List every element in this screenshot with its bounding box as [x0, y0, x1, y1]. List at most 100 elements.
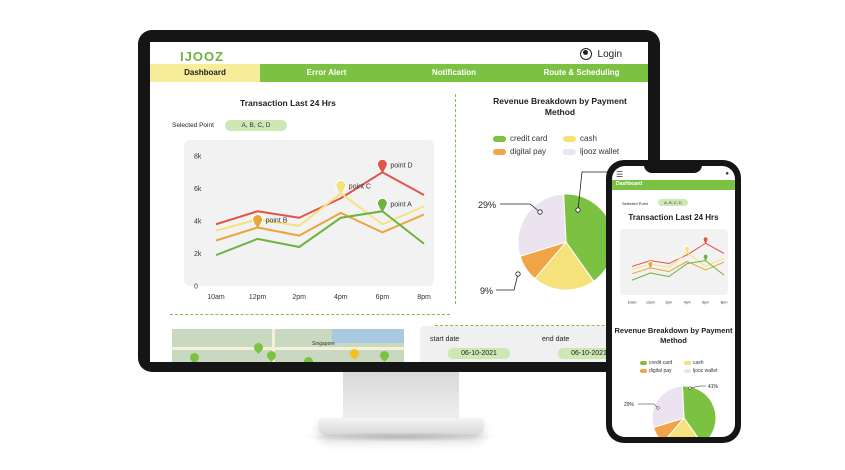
- mobile-revenue-pie-chart: 41% 29%: [624, 384, 719, 437]
- monitor-stand: [343, 372, 459, 424]
- pie-leader-line: [496, 273, 519, 291]
- start-date-field[interactable]: 06-10-2021: [448, 348, 510, 359]
- legend-label: cash: [580, 134, 597, 143]
- x-tick-label: 4pm: [684, 301, 691, 305]
- legend-ljooz-wallet: ljooz wallet: [563, 147, 619, 156]
- tab-route-scheduling[interactable]: Route & Scheduling: [515, 64, 648, 82]
- y-tick-label: 4k: [194, 218, 202, 225]
- mobile-transaction-line-chart: 02k4k6k8k10am12pm2pm4pm6pm8pm: [628, 236, 728, 305]
- mobile-legend-digital-pay: digital pay: [640, 368, 672, 374]
- legend-label: ljooz wallet: [693, 368, 718, 374]
- series-line: [215, 171, 425, 226]
- point-marker-icon: [337, 188, 345, 195]
- login-label: Login: [597, 48, 622, 60]
- map-pin-icon[interactable]: [302, 355, 315, 362]
- legend-swatch: [563, 148, 576, 155]
- map-pin-icon[interactable]: [252, 341, 265, 354]
- series-line: [215, 211, 425, 242]
- pie-percent-label: 29%: [478, 200, 496, 210]
- mobile-legend-cash: cash: [684, 360, 704, 366]
- user-icon[interactable]: ●: [725, 171, 729, 177]
- pie-percent-label: 9%: [480, 286, 493, 296]
- menu-icon[interactable]: ☰: [616, 170, 623, 179]
- pie-percent-label: 29%: [624, 402, 635, 408]
- user-icon: [579, 48, 592, 60]
- point-label: point C: [349, 183, 371, 190]
- point-label: point B: [266, 218, 288, 225]
- legend-swatch: [640, 361, 647, 365]
- legend-swatch: [640, 369, 647, 373]
- y-tick-label: 2k: [194, 251, 202, 258]
- logo-text: IJOOZ: [180, 49, 225, 64]
- point-label: point D: [390, 162, 412, 169]
- legend-swatch: [493, 148, 506, 155]
- x-tick-label: 10am: [628, 301, 637, 305]
- y-tick-label: 8k: [194, 153, 202, 160]
- point-marker-icon: [378, 167, 386, 174]
- legend-swatch: [563, 135, 576, 142]
- selected-point-label: Selected Point: [172, 122, 214, 129]
- mobile-revenue-title: Revenue Breakdown by Payment Method: [614, 326, 733, 345]
- mobile-nav[interactable]: Dashboard: [612, 180, 735, 190]
- mobile-tab-dashboard[interactable]: Dashboard: [616, 181, 642, 187]
- mobile-legend-credit-card: credit card: [640, 360, 672, 366]
- mobile-legend-ljooz-wallet: ljooz wallet: [684, 368, 717, 374]
- transaction-title: Transaction Last 24 Hrs: [240, 98, 336, 108]
- legend-label: digital pay: [649, 368, 672, 374]
- legend-credit-card: credit card: [493, 134, 547, 143]
- x-tick-label: 6pm: [376, 294, 390, 301]
- mobile-selected-point-label: Selected Point: [622, 201, 648, 206]
- mobile-screen: ☰ ● Dashboard Selected Point A, B, C, D …: [612, 166, 735, 437]
- map-pin-icon[interactable]: [188, 351, 201, 362]
- map-water: [332, 329, 404, 343]
- x-tick-label: 8pm: [417, 294, 431, 301]
- series-line: [631, 260, 725, 275]
- legend-swatch: [493, 135, 506, 142]
- map-pin-icon[interactable]: [378, 349, 391, 362]
- section-divider: [170, 314, 450, 315]
- legend-label: credit card: [649, 360, 673, 366]
- start-date-label: start date: [430, 336, 460, 343]
- series-line: [631, 242, 725, 267]
- legend-label: digital pay: [510, 147, 547, 156]
- desktop-screen: IJOOZ Login Dashboard Error Alert Notifi…: [150, 42, 648, 362]
- point-label: point A: [390, 201, 412, 208]
- series-line: [631, 260, 725, 281]
- map-panel[interactable]: Singapore: [172, 329, 404, 362]
- tab-notification[interactable]: Notification: [393, 64, 515, 82]
- point-marker-icon: [685, 250, 689, 254]
- revenue-title: Revenue Breakdown by Payment Method: [493, 96, 627, 117]
- pie-leader-dot: [537, 209, 543, 215]
- pie-leader-dot: [515, 271, 521, 277]
- legend-label: cash: [693, 360, 704, 366]
- pie-leader-dot: [688, 386, 692, 390]
- mobile-selected-point-select[interactable]: A, B, C, D: [658, 199, 688, 206]
- pie-leader-dot: [575, 207, 581, 213]
- tab-error-alert[interactable]: Error Alert: [260, 64, 393, 82]
- legend-swatch: [684, 361, 691, 365]
- legend-label: ljooz wallet: [580, 147, 620, 156]
- map-road: [172, 347, 404, 350]
- monitor-shadow: [300, 432, 500, 442]
- x-tick-label: 12pm: [646, 301, 655, 305]
- x-tick-label: 2pm: [292, 294, 306, 301]
- pie-percent-label: 41%: [708, 384, 719, 390]
- y-tick-label: 0: [194, 283, 198, 290]
- login-button[interactable]: Login: [579, 48, 622, 60]
- pie-leader-dot: [656, 406, 660, 410]
- transaction-line-chart: 0 2k 4k 6k 8k 10am 12pm 2pm 4pm 6pm 8pm point B poin…: [194, 153, 431, 301]
- date-range-panel: start date 06-10-2021 end date 06-10-202…: [420, 326, 625, 362]
- map-pin-icon[interactable]: [265, 349, 278, 362]
- mobile-transaction-title: Transaction Last 24 Hrs: [628, 213, 719, 222]
- ijooz-logo[interactable]: IJOOZ: [180, 49, 224, 64]
- legend-cash: cash: [563, 134, 597, 143]
- y-tick-label: 6k: [194, 186, 202, 193]
- x-tick-label: 12pm: [249, 294, 267, 301]
- x-tick-label: 8pm: [721, 301, 728, 305]
- x-tick-label: 2pm: [665, 301, 672, 305]
- main-nav: Dashboard Error Alert Notification Route…: [150, 64, 648, 82]
- x-tick-label: 4pm: [334, 294, 348, 301]
- tab-dashboard[interactable]: Dashboard: [150, 64, 260, 82]
- section-divider: [455, 94, 456, 304]
- selected-point-select[interactable]: A, B, C, D: [225, 120, 287, 131]
